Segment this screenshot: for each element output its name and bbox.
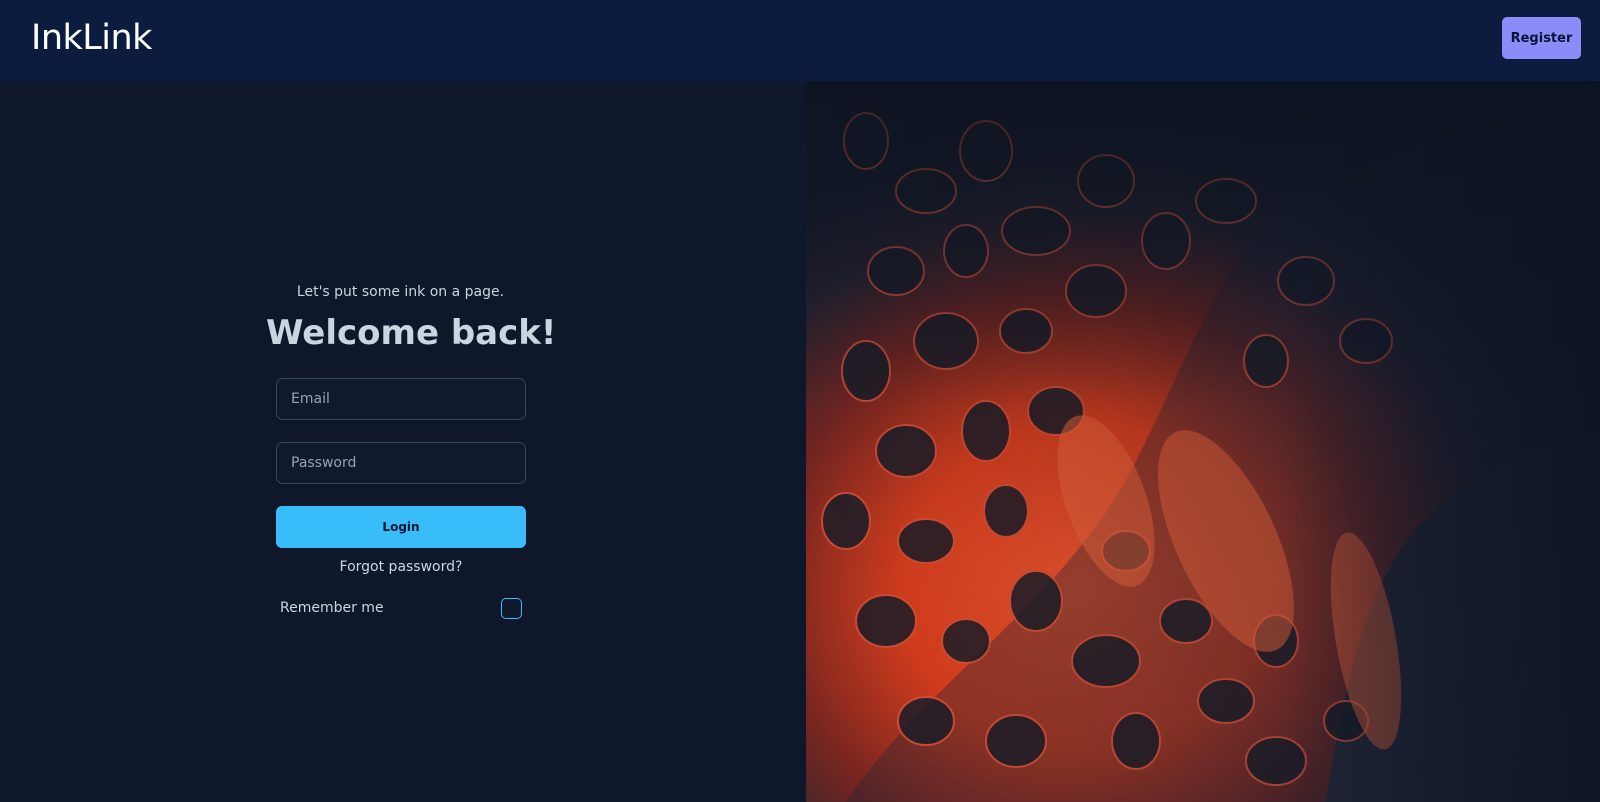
- login-tagline: Let's put some ink on a page.: [296, 284, 505, 300]
- ink-art-graphic: [806, 81, 1600, 802]
- register-button[interactable]: Register: [1502, 17, 1581, 59]
- login-button[interactable]: Login: [276, 506, 526, 548]
- top-navbar: InkLink Register: [0, 0, 1600, 81]
- brand-logo[interactable]: InkLink: [31, 18, 152, 58]
- email-field[interactable]: [276, 378, 526, 420]
- hero-image: [806, 81, 1600, 802]
- forgot-password-link[interactable]: Forgot password?: [276, 559, 526, 575]
- password-field[interactable]: [276, 442, 526, 484]
- page-title: Welcome back!: [266, 313, 557, 353]
- remember-me-checkbox[interactable]: [501, 598, 522, 619]
- remember-me-label: Remember me: [280, 600, 384, 616]
